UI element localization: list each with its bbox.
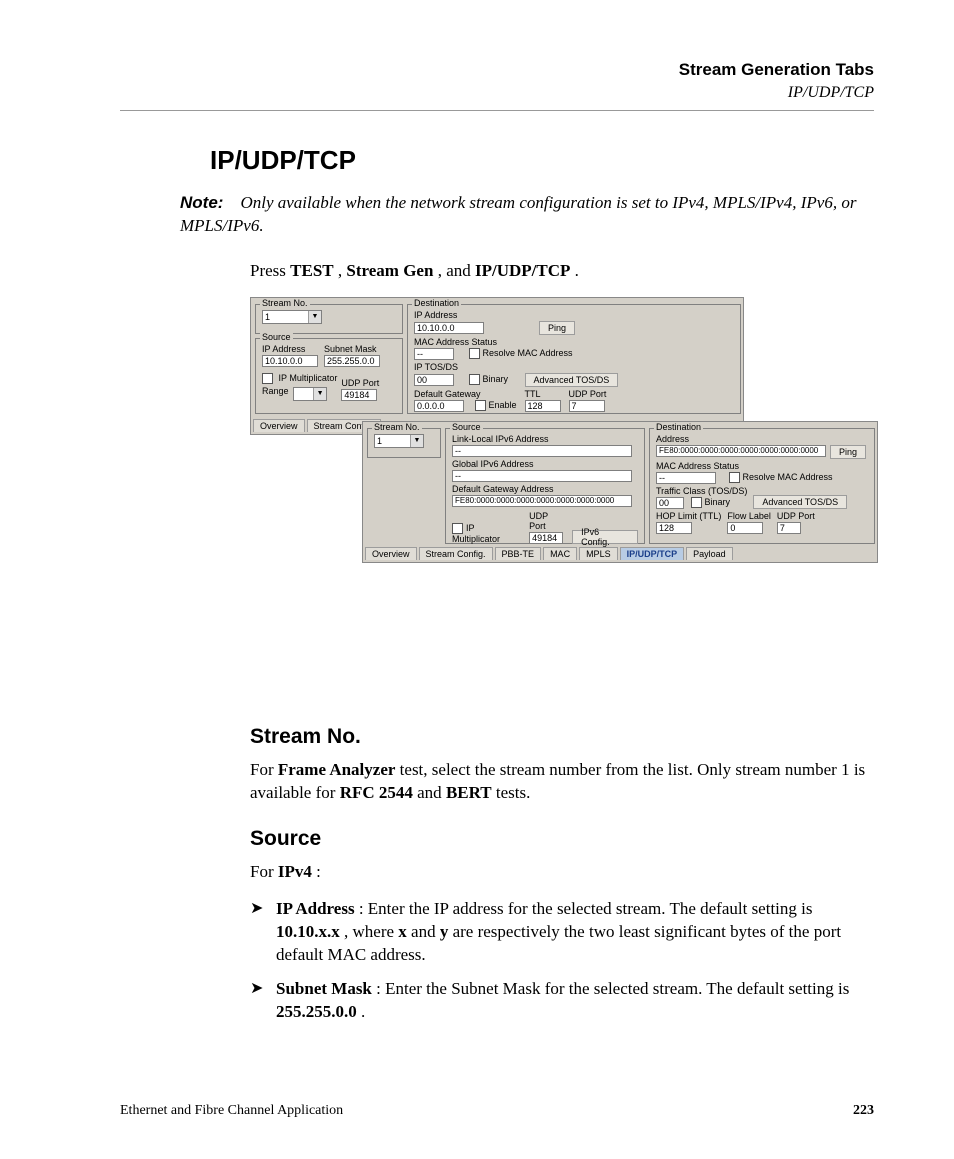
enable-checkbox[interactable]: [475, 400, 486, 411]
ip-multiplicator-checkbox-b[interactable]: [452, 523, 463, 534]
traffic-class-field[interactable]: 00: [656, 497, 684, 509]
flow-label-label: Flow Label: [727, 511, 771, 521]
group-destination-b: Destination Address FE80:0000:0000:0000:…: [649, 428, 875, 544]
subnet-mask-label: Subnet Mask: [324, 344, 380, 354]
mac-status-label: MAC Address Status: [414, 337, 734, 347]
header-title: Stream Generation Tabs: [120, 60, 874, 80]
hop-limit-label: HOP Limit (TTL): [656, 511, 721, 521]
tab-overview[interactable]: Overview: [253, 419, 305, 432]
default-gateway-label: Default Gateway: [414, 389, 517, 399]
advanced-tos-button-b[interactable]: Advanced TOS/DS: [753, 495, 847, 509]
dest-address-field[interactable]: FE80:0000:0000:0000:0000:0000:0000:0000: [656, 445, 826, 457]
source-for-ipv4: For IPv4 :: [250, 861, 874, 884]
dest-udp-port-field[interactable]: 7: [569, 400, 605, 412]
link-local-label: Link-Local IPv6 Address: [452, 434, 638, 444]
ping-button[interactable]: Ping: [539, 321, 575, 335]
group-stream-no: Stream No. 1 ▼: [255, 304, 403, 334]
destination-group-label-b: Destination: [654, 422, 703, 432]
header-section: IP/UDP/TCP: [120, 84, 874, 102]
source-group-label: Source: [260, 332, 293, 342]
ipv6-config-button[interactable]: IPv6 Config.: [572, 530, 638, 544]
dest-ip-field[interactable]: 10.10.0.0: [414, 322, 484, 334]
ping-button-b[interactable]: Ping: [830, 445, 866, 459]
press-instruction: Press TEST , Stream Gen , and IP/UDP/TCP…: [250, 260, 874, 283]
tab-overview-b[interactable]: Overview: [365, 547, 417, 560]
dest-udp-port-field-b[interactable]: 7: [777, 522, 801, 534]
stream-no-heading: Stream No.: [250, 725, 874, 749]
chevron-down-icon: ▼: [308, 311, 321, 323]
arrow-icon: ➤: [250, 898, 276, 967]
mac-status-label-b: MAC Address Status: [656, 461, 868, 471]
binary-checkbox[interactable]: [469, 374, 480, 385]
page-footer: Ethernet and Fibre Channel Application 2…: [120, 1103, 874, 1119]
range-select[interactable]: ▼: [293, 387, 327, 401]
ipv6-tabbar: Overview Stream Config. PBB-TE MAC MPLS …: [365, 547, 733, 560]
udp-port-field[interactable]: 49184: [341, 389, 377, 401]
ip-multiplicator-checkbox[interactable]: [262, 373, 273, 384]
note-body: Only available when the network stream c…: [180, 193, 856, 235]
tab-ip-udp-tcp[interactable]: IP/UDP/TCP: [620, 547, 685, 560]
tab-stream-config-b[interactable]: Stream Config.: [419, 547, 493, 560]
stream-no-select-b[interactable]: 1 ▼: [374, 434, 424, 448]
global-ipv6-label: Global IPv6 Address: [452, 459, 638, 469]
link-local-field[interactable]: --: [452, 445, 632, 457]
ip-tos-label: IP TOS/DS: [414, 362, 734, 372]
ip-address-label: IP Address: [262, 344, 318, 354]
chevron-down-icon: ▼: [410, 435, 423, 447]
note-label: Note:: [180, 193, 223, 212]
ipv6-panel: Stream No. 1 ▼ Source Link-Local IPv6 Ad…: [362, 421, 878, 563]
screenshot-figure: Stream No. 1 ▼ Source IP Address 10.10.0…: [250, 297, 878, 703]
default-gateway-addr-field[interactable]: FE80:0000:0000:0000:0000:0000:0000:0000: [452, 495, 632, 507]
resolve-mac-checkbox[interactable]: [469, 348, 480, 359]
page-header: Stream Generation Tabs IP/UDP/TCP: [120, 60, 874, 111]
tab-pbb-te[interactable]: PBB-TE: [495, 547, 542, 560]
mac-status-field-b: --: [656, 472, 716, 484]
group-source-b: Source Link-Local IPv6 Address -- Global…: [445, 428, 645, 544]
dest-udp-port-label-b: UDP Port: [777, 511, 815, 521]
stream-no-select[interactable]: 1 ▼: [262, 310, 322, 324]
ip-address-field[interactable]: 10.10.0.0: [262, 355, 318, 367]
dest-udp-port-label: UDP Port: [569, 389, 607, 399]
subnet-mask-field[interactable]: 255.255.0.0: [324, 355, 380, 367]
dest-ip-label: IP Address: [414, 310, 734, 320]
stream-no-label-b: Stream No.: [372, 422, 422, 432]
destination-group-label: Destination: [412, 298, 461, 308]
tab-mpls[interactable]: MPLS: [579, 547, 618, 560]
chevron-down-icon: ▼: [313, 388, 326, 400]
hop-limit-field[interactable]: 128: [656, 522, 692, 534]
group-stream-no-b: Stream No. 1 ▼: [367, 428, 441, 458]
stream-no-label: Stream No.: [260, 298, 310, 308]
source-group-label-b: Source: [450, 422, 483, 432]
group-destination: Destination IP Address 10.10.0.0 Ping MA…: [407, 304, 741, 414]
default-gateway-field[interactable]: 0.0.0.0: [414, 400, 464, 412]
flow-label-field[interactable]: 0: [727, 522, 763, 534]
source-heading: Source: [250, 827, 874, 851]
udp-port-field-b[interactable]: 49184: [529, 532, 563, 544]
ttl-label: TTL: [525, 389, 561, 399]
binary-checkbox-b[interactable]: [691, 497, 702, 508]
bullet-ip-address: ➤ IP Address : Enter the IP address for …: [250, 898, 874, 967]
dest-address-label: Address: [656, 434, 868, 444]
traffic-class-label: Traffic Class (TOS/DS): [656, 486, 747, 496]
page-number: 223: [853, 1103, 874, 1119]
global-ipv6-field[interactable]: --: [452, 470, 632, 482]
udp-port-label: UDP Port: [341, 378, 379, 388]
arrow-icon: ➤: [250, 978, 276, 1024]
tab-payload[interactable]: Payload: [686, 547, 733, 560]
ip-tos-field[interactable]: 00: [414, 374, 454, 386]
udp-port-label-b: UDP Port: [529, 511, 566, 531]
group-source: Source IP Address 10.10.0.0 Subnet Mask …: [255, 338, 403, 414]
footer-title: Ethernet and Fibre Channel Application: [120, 1103, 343, 1119]
resolve-mac-checkbox-b[interactable]: [729, 472, 740, 483]
advanced-tos-button[interactable]: Advanced TOS/DS: [525, 373, 619, 387]
ttl-field[interactable]: 128: [525, 400, 561, 412]
default-gateway-addr-label: Default Gateway Address: [452, 484, 638, 494]
mac-status-field: --: [414, 348, 454, 360]
ipv4-panel: Stream No. 1 ▼ Source IP Address 10.10.0…: [250, 297, 744, 435]
bullet-subnet-mask: ➤ Subnet Mask : Enter the Subnet Mask fo…: [250, 978, 874, 1024]
tab-mac[interactable]: MAC: [543, 547, 577, 560]
stream-no-paragraph: For Frame Analyzer test, select the stre…: [250, 759, 874, 805]
section-heading: IP/UDP/TCP: [210, 145, 874, 176]
